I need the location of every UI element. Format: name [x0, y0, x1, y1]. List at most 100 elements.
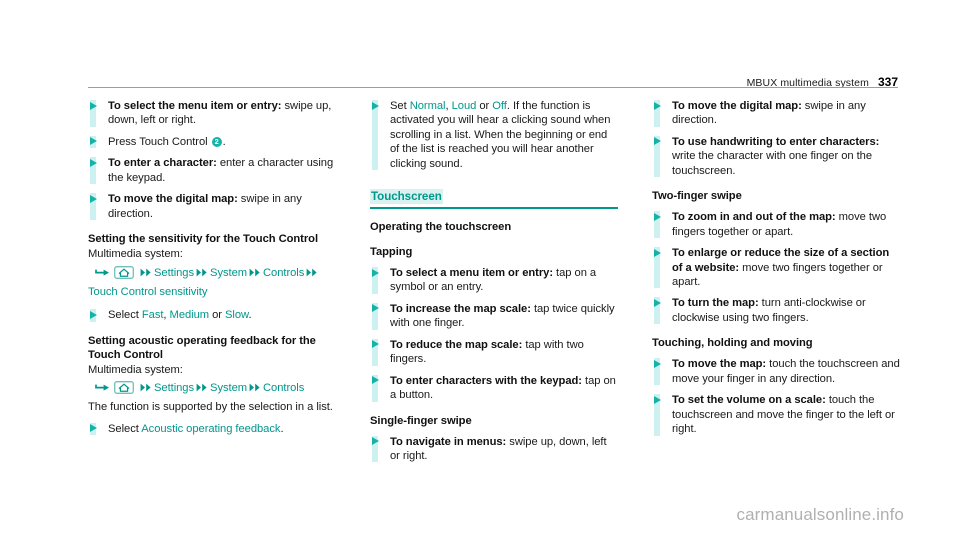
triangle-right-icon [653, 395, 661, 404]
bullet-text: To move the digital map: swipe in any di… [672, 99, 900, 128]
bullet-text: Set Normal, Loud or Off. If the function… [390, 99, 618, 171]
bullet-zoom-in-out-map: To zoom in and out of the map: move two … [652, 210, 900, 239]
bullet-text: To set the volume on a scale: touch the … [672, 393, 900, 436]
bullet-text: To enter a character: enter a character … [108, 156, 336, 185]
triangle-right-icon [89, 310, 97, 319]
triangle-right-icon [653, 248, 661, 257]
triangle-right-icon [89, 194, 97, 203]
bullet-select-acoustic-feedback: Select Acoustic operating feedback. [88, 422, 336, 436]
navpath-item: Settings [154, 382, 195, 395]
navpath-item: System [210, 382, 248, 395]
bullet-lead-in: To select the menu item or entry: [108, 100, 282, 112]
bullet-turn-map: To turn the map: turn anti-clockwise or … [652, 296, 900, 325]
option-value: Off [492, 100, 507, 112]
bullet-lead-in: To move the digital map: [672, 100, 802, 112]
bullet-body: write the character with one finger on t… [672, 150, 873, 177]
bullet-enlarge-reduce-website: To enlarge or reduce the size of a secti… [652, 246, 900, 289]
bullet-lead-text: Select [108, 309, 142, 322]
para-multimedia-system-1: Multimedia system: [88, 248, 183, 261]
double-chevron-right-icon [196, 381, 208, 398]
bullet-text: To zoom in and out of the map: move two … [672, 210, 900, 239]
manual-page: MBUX multimedia system 337 To select the… [0, 0, 960, 533]
bullet-lead-in: To move the map: [672, 358, 767, 371]
bullet-text: To move the map: touch the touchscreen a… [672, 357, 900, 386]
bullet-text: Press Touch Control 2. [108, 135, 336, 149]
double-chevron-right-icon [249, 381, 261, 398]
bullet-bar [372, 100, 378, 171]
section-heading-text: Touchscreen [370, 189, 443, 205]
triangle-right-icon [371, 376, 379, 385]
bullet-navigate-in-menus: To navigate in menus: swipe up, down, le… [370, 435, 618, 464]
bullet-text: To select the menu item or entry: swipe … [108, 99, 336, 128]
option-value: Normal [409, 100, 446, 112]
bullet-lead-in: To reduce the map scale: [390, 338, 523, 351]
subhead-setting-sensitivity: Setting the sensitivity for the Touch Co… [88, 233, 318, 246]
bullet-text: To enlarge or reduce the size of a secti… [672, 246, 900, 289]
triangle-right-icon [653, 137, 661, 146]
navpath-item: Touch Control sensitivity [88, 286, 208, 299]
triangle-right-icon [371, 268, 379, 277]
triangle-right-icon [89, 158, 97, 167]
bullet-text: To enter characters with the keypad: tap… [390, 374, 618, 403]
triangle-right-icon [89, 424, 97, 433]
bullet-text: Select Fast, Medium or Slow. [108, 308, 336, 322]
bullet-select-speed: Select Fast, Medium or Slow. [88, 308, 336, 322]
subhead-operating-touchscreen: Operating the touchscreen [370, 220, 512, 233]
para-multimedia-system-2: Multimedia system: [88, 363, 183, 376]
bullet-move-digital-map-2: To move the digital map: swipe in any di… [652, 99, 900, 128]
triangle-right-icon [371, 304, 379, 313]
option-value: Slow [225, 309, 249, 322]
column-2: Set Normal, Loud or Off. If the function… [370, 99, 618, 463]
bullet-tail-text: . [280, 422, 284, 435]
bullet-lead-in: To move the digital map: [108, 193, 238, 206]
bullet-select-menu-item: To select the menu item or entry: swipe … [88, 99, 336, 128]
bullet-lead-in: To enter characters with the keypad: [390, 374, 582, 387]
content-columns: To select the menu item or entry: swipe … [88, 99, 900, 463]
double-chevron-right-icon [140, 266, 152, 283]
bullet-text: To reduce the map scale: tap with two fi… [390, 338, 618, 367]
running-header: MBUX multimedia system 337 [88, 66, 898, 88]
double-chevron-right-icon [306, 266, 318, 283]
home-icon [114, 381, 134, 400]
section-touchscreen: Touchscreen [370, 187, 618, 209]
bullet-body-tail: . [222, 135, 226, 148]
triangle-right-icon [89, 137, 97, 146]
bullet-select-menu-item-tap: To select a menu item or entry: tap on a… [370, 266, 618, 295]
navpath-item: Settings [154, 266, 195, 279]
navpath-item: Controls [263, 382, 305, 395]
subhead-setting-acoustic-feedback: Setting acoustic operating feedback for … [88, 334, 316, 361]
bullet-enter-characters-keypad: To enter characters with the keypad: tap… [370, 374, 618, 403]
option-separator: or [476, 100, 493, 112]
bullet-text: Select Acoustic operating feedback. [108, 422, 336, 436]
bullet-lead-in: To navigate in menus: [390, 435, 507, 448]
option-value: Fast [141, 309, 164, 322]
bullet-increase-map-scale: To increase the map scale: tap twice qui… [370, 302, 618, 331]
triangle-right-icon [371, 437, 379, 446]
bullet-set-volume-scale: To set the volume on a scale: touch the … [652, 393, 900, 436]
bullet-lead-in: To enter a character: [108, 157, 217, 170]
triangle-right-icon [653, 212, 661, 221]
callout-number: 2 [211, 136, 222, 147]
column-3: To move the digital map: swipe in any di… [652, 99, 900, 463]
option-value: Medium [169, 309, 210, 322]
subhead-tapping: Tapping [370, 245, 413, 258]
bullet-text: To turn the map: turn anti-clockwise or … [672, 296, 900, 325]
double-chevron-right-icon [196, 266, 208, 283]
bullet-text: To select a menu item or entry: tap on a… [390, 266, 618, 295]
triangle-right-icon [371, 340, 379, 349]
bullet-lead-text: Set [390, 100, 410, 112]
bullet-press-touch-control: Press Touch Control 2. [88, 135, 336, 149]
bullet-text: To move the digital map: swipe in any di… [108, 192, 336, 221]
bullet-lead-in: To set the volume on a scale: [672, 394, 826, 407]
bullet-lead-in: To turn the map: [672, 297, 759, 310]
column-1: To select the menu item or entry: swipe … [88, 99, 336, 463]
bullet-move-the-map: To move the map: touch the touchscreen a… [652, 357, 900, 386]
option-value: Acoustic operating feedback [141, 422, 281, 435]
bullet-move-digital-map: To move the digital map: swipe in any di… [88, 192, 336, 221]
bullet-lead-in: To increase the map scale: [390, 302, 531, 315]
bullet-set-normal-loud-off: Set Normal, Loud or Off. If the function… [370, 99, 618, 171]
para-function-supported: The function is supported by the selecti… [88, 401, 333, 414]
option-separator: or [209, 309, 226, 322]
bullet-tail-text: . [248, 309, 252, 322]
bent-arrow-right-icon [95, 267, 110, 284]
